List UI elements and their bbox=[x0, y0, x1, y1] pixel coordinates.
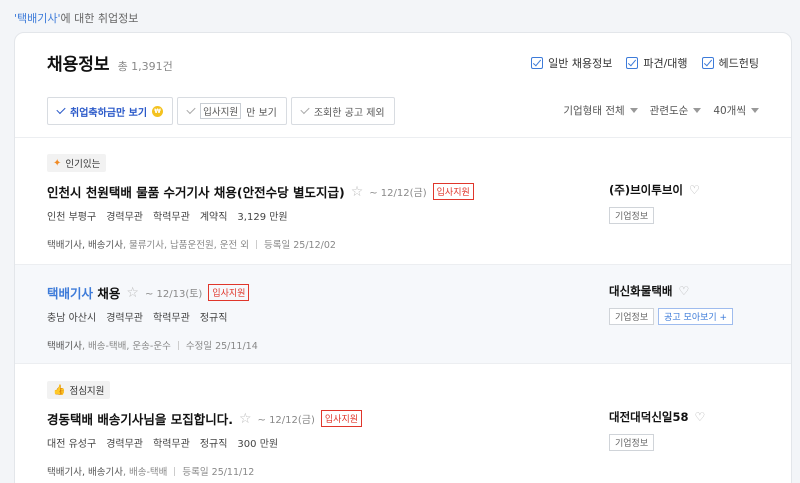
job-type-checks: 일반 채용정보 파견/대행 헤드헌팅 bbox=[531, 55, 759, 71]
job-meta: 충남 아산시 경력무관 학력무관 정규직 bbox=[47, 313, 228, 324]
filter-direct-apply[interactable]: 입사지원 만 보기 bbox=[177, 97, 287, 125]
result-count: 총 1,391건 bbox=[117, 60, 173, 73]
separator bbox=[256, 239, 257, 249]
job-date: 수정일 25/11/14 bbox=[185, 341, 258, 352]
caret-down-icon bbox=[629, 108, 638, 113]
company-info-button[interactable]: 기업정보 bbox=[609, 434, 655, 451]
thumbs-up-icon: 👍 bbox=[53, 384, 66, 396]
job-badge: ✦ 인기있는 bbox=[47, 154, 107, 172]
filter-celebration-money[interactable]: 취업축하금만 보기 ₩ bbox=[47, 97, 174, 125]
company-row: 대신화물택배 ♡ bbox=[609, 283, 689, 299]
filter-bar: 취업축하금만 보기 ₩ 입사지원 만 보기 조회한 공고 제외 bbox=[47, 97, 395, 125]
list-header: 채용정보 총 1,391건 bbox=[47, 50, 173, 75]
job-title-link[interactable]: 인천시 천원택배 물품 수거기사 채용(안전수당 별도지급) bbox=[47, 182, 345, 201]
check-headhunting-jobs[interactable]: 헤드헌팅 bbox=[701, 55, 759, 71]
page-title: 채용정보 bbox=[47, 55, 110, 75]
star-icon[interactable]: ☆ bbox=[239, 412, 252, 426]
check-icon bbox=[56, 104, 66, 115]
star-icon[interactable]: ☆ bbox=[126, 286, 139, 300]
job-title-link[interactable]: 택배기사 채용 bbox=[47, 283, 120, 302]
job-item: ✦ 인기있는 인천시 천원택배 물품 수거기사 채용(안전수당 별도지급) ☆ … bbox=[15, 138, 791, 264]
job-list-panel: 채용정보 총 1,391건 일반 채용정보 파견/대행 헤드헌팅 취업축하금만 … bbox=[14, 32, 792, 483]
job-deadline: ~ 12/13(토) bbox=[144, 289, 203, 300]
apply-button[interactable]: 입사지원 bbox=[320, 410, 363, 427]
check-general-jobs[interactable]: 일반 채용정보 bbox=[531, 55, 612, 71]
sort-relevance[interactable]: 관련도순 bbox=[650, 103, 702, 118]
job-title-link[interactable]: 경동택배 배송기사님을 모집합니다. bbox=[47, 409, 233, 428]
job-title-row: 택배기사 채용 ☆ ~ 12/13(토) 입사지원 bbox=[47, 283, 250, 302]
filter-exclude-viewed[interactable]: 조회한 공고 제외 bbox=[290, 97, 395, 125]
apply-button[interactable]: 입사지원 bbox=[432, 183, 474, 200]
job-title-row: 경동택배 배송기사님을 모집합니다. ☆ ~ 12/12(금) 입사지원 bbox=[47, 409, 363, 428]
heart-icon[interactable]: ♡ bbox=[694, 410, 705, 424]
job-tags: 택배기사, 배송-택배, 운송-운수 수정일 25/11/14 bbox=[47, 338, 258, 352]
company-buttons: 기업정보 bbox=[609, 434, 655, 451]
checkbox-checked-icon bbox=[626, 57, 639, 69]
job-date: 등록일 25/11/12 bbox=[182, 467, 255, 478]
caret-down-icon bbox=[751, 108, 759, 113]
job-deadline: ~ 12/12(금) bbox=[369, 188, 427, 199]
company-row: (주)브이투브이 ♡ bbox=[609, 182, 700, 198]
job-badge: 👍 점심지원 bbox=[47, 381, 111, 399]
company-name[interactable]: 대신화물택배 bbox=[609, 283, 672, 299]
job-date: 등록일 25/12/02 bbox=[264, 240, 336, 251]
company-info-button[interactable]: 기업정보 bbox=[609, 308, 655, 325]
sort-page-size[interactable]: 40개씩 bbox=[713, 103, 759, 118]
job-item: 택배기사 채용 ☆ ~ 12/13(토) 입사지원 충남 아산시 경력무관 학력… bbox=[15, 265, 791, 363]
company-buttons: 기업정보 bbox=[609, 207, 655, 224]
coin-icon: ₩ bbox=[152, 105, 164, 117]
apply-button[interactable]: 입사지원 bbox=[208, 284, 250, 301]
job-tags: 택배기사, 배송기사, 물류기사, 납품운전원, 운전 외 등록일 25/12/… bbox=[47, 237, 336, 251]
job-meta: 인천 부평구 경력무관 학력무관 계약직 3,129 만원 bbox=[47, 212, 288, 223]
heart-icon[interactable]: ♡ bbox=[689, 183, 700, 197]
sparkle-icon: ✦ bbox=[53, 157, 62, 169]
search-keyword-note: '택배기사'에 대한 취업정보 bbox=[14, 10, 138, 26]
caret-down-icon bbox=[693, 108, 702, 113]
check-dispatch-jobs[interactable]: 파견/대행 bbox=[626, 55, 688, 71]
company-jobs-button[interactable]: 공고 모아보기 + bbox=[658, 308, 734, 325]
star-icon[interactable]: ☆ bbox=[351, 185, 364, 199]
check-icon bbox=[300, 104, 310, 115]
company-row: 대전대덕신일58 ♡ bbox=[609, 409, 705, 425]
checkbox-checked-icon bbox=[701, 57, 714, 69]
heart-icon[interactable]: ♡ bbox=[678, 284, 689, 298]
checkbox-checked-icon bbox=[531, 57, 544, 69]
company-name[interactable]: 대전대덕신일58 bbox=[609, 409, 688, 425]
company-info-button[interactable]: 기업정보 bbox=[609, 207, 655, 224]
search-keyword-suffix: 에 대한 취업정보 bbox=[60, 12, 139, 25]
job-title-row: 인천시 천원택배 물품 수거기사 채용(안전수당 별도지급) ☆ ~ 12/12… bbox=[47, 182, 474, 201]
separator bbox=[177, 340, 179, 350]
company-name[interactable]: (주)브이투브이 bbox=[609, 182, 683, 198]
search-keyword: '택배기사' bbox=[14, 12, 61, 25]
job-deadline: ~ 12/12(금) bbox=[257, 415, 315, 426]
job-meta: 대전 유성구 경력무관 학력무관 정규직 300 만원 bbox=[47, 439, 279, 450]
separator bbox=[174, 466, 176, 476]
check-icon bbox=[186, 104, 196, 115]
company-buttons: 기업정보 공고 모아보기 + bbox=[609, 308, 734, 325]
sort-company-type[interactable]: 기업형태 전체 bbox=[563, 103, 638, 118]
job-tags: 택배기사, 배송기사, 배송-택배 등록일 25/11/12 bbox=[47, 464, 254, 478]
sort-options: 기업형태 전체 관련도순 40개씩 bbox=[563, 103, 759, 118]
job-item: 👍 점심지원 경동택배 배송기사님을 모집합니다. ☆ ~ 12/12(금) 입… bbox=[15, 364, 791, 483]
